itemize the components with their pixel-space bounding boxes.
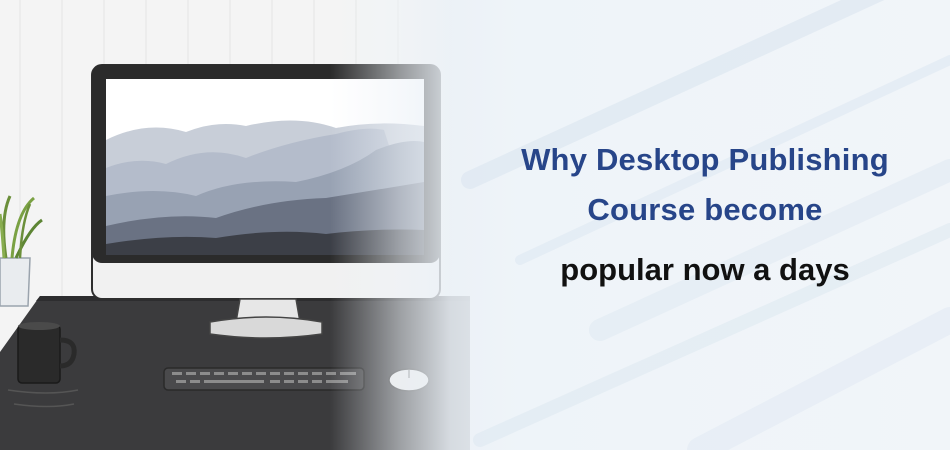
headline: Why Desktop Publishing Course become pop…: [470, 142, 940, 288]
headline-line-1: Why Desktop Publishing: [521, 142, 889, 177]
banner: Why Desktop Publishing Course become pop…: [0, 0, 950, 450]
headline-line-2: Course become: [587, 192, 823, 227]
headline-line-3: popular now a days: [560, 252, 850, 287]
